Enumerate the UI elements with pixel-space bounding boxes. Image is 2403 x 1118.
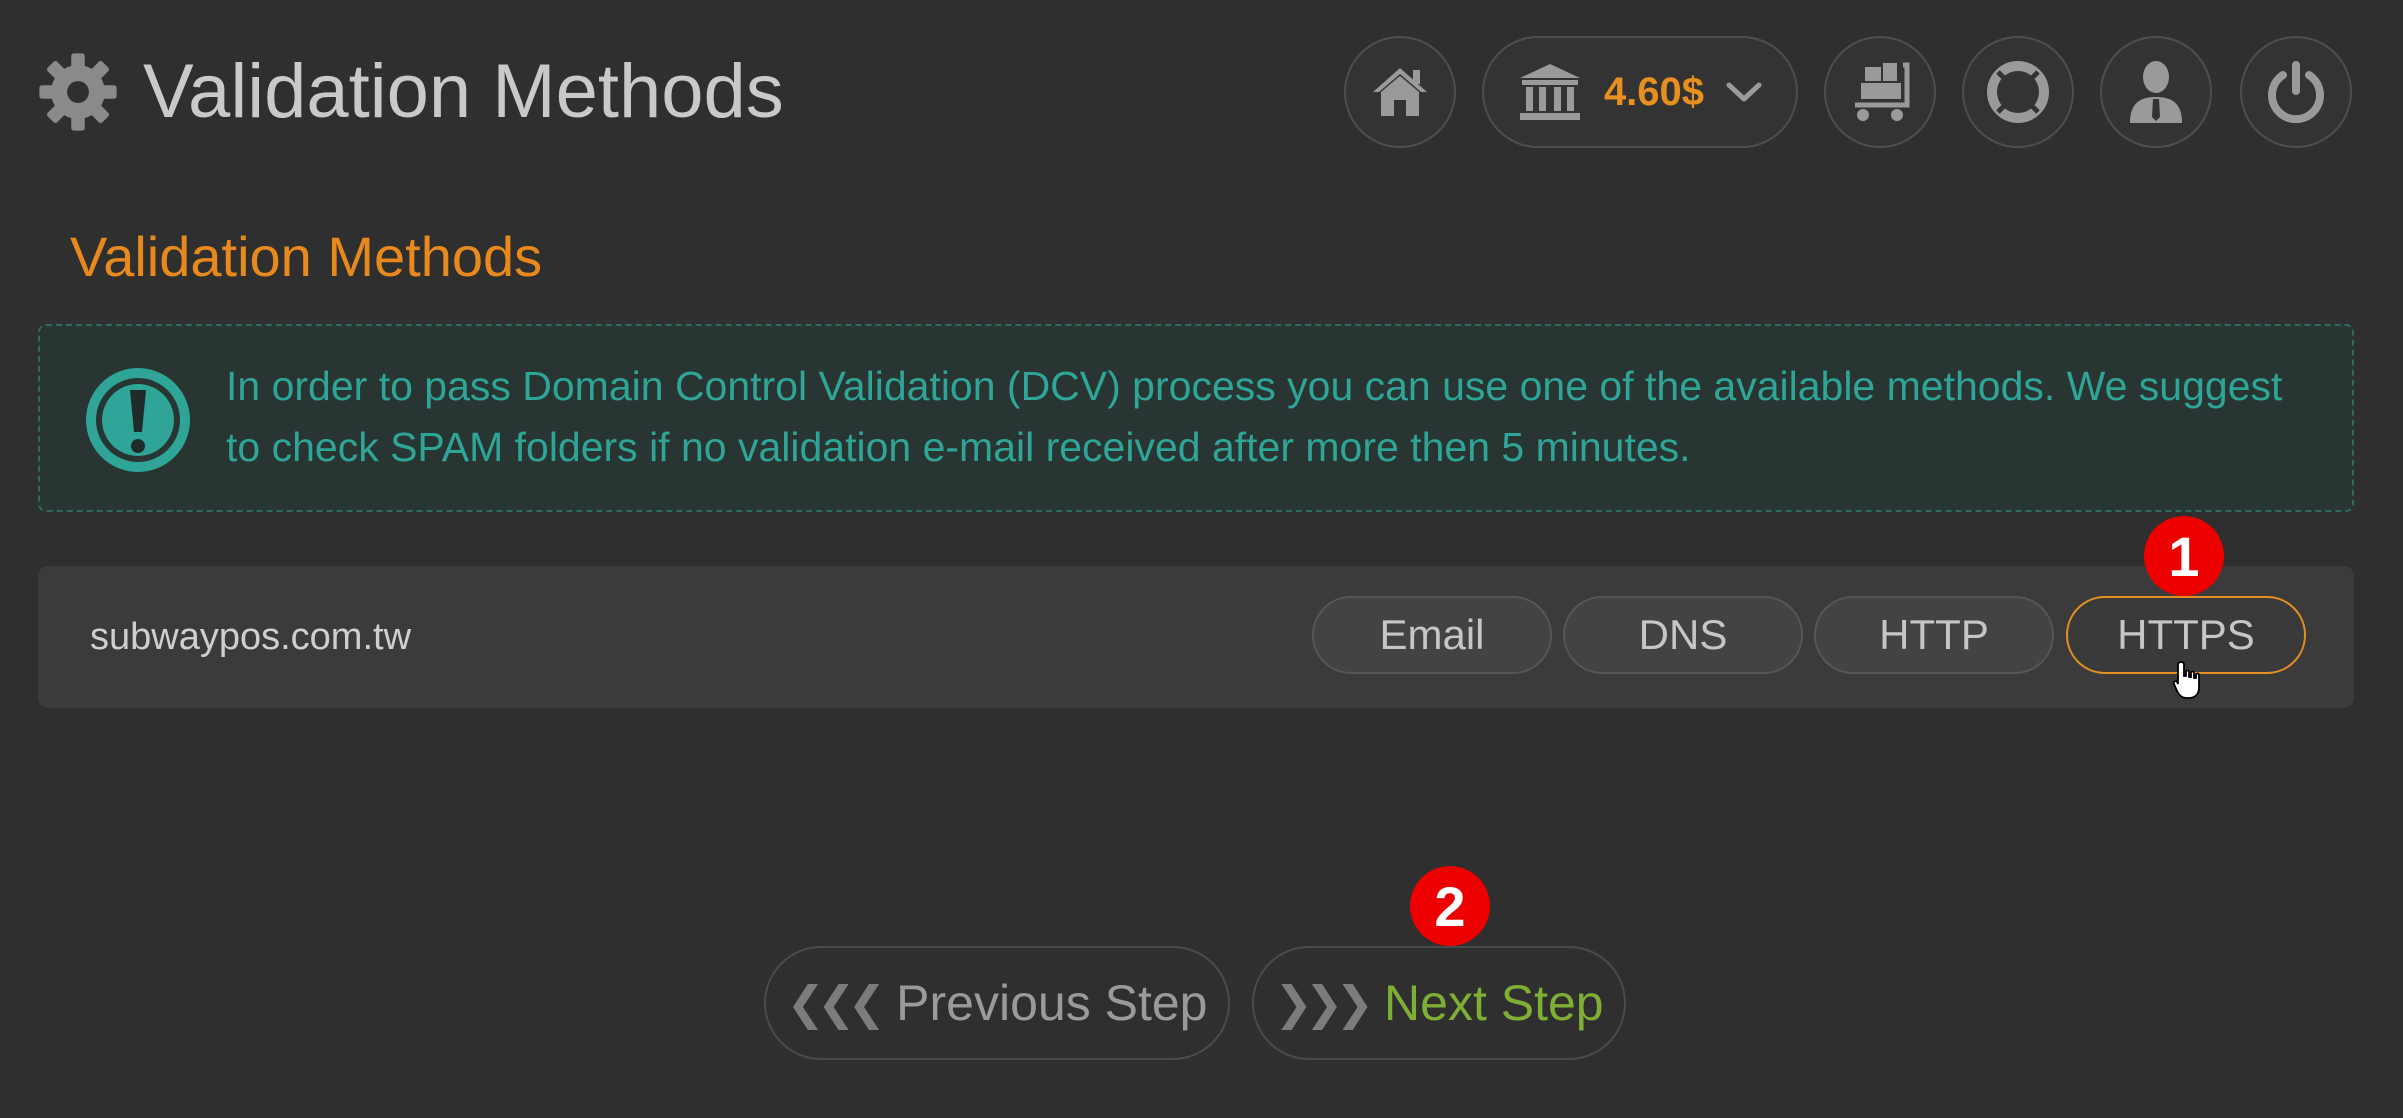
lifebuoy-icon — [1987, 61, 2049, 123]
chevron-down-icon — [1726, 82, 1762, 102]
previous-step-button[interactable]: ❮❮❮ Previous Step — [764, 946, 1230, 1060]
previous-step-label: Previous Step — [896, 975, 1208, 1031]
triple-chevron-left-icon: ❮❮❮ — [786, 976, 887, 1030]
power-icon — [2268, 61, 2324, 123]
validation-methods-page: Validation Methods 4.60$ Validation Meth… — [0, 0, 2403, 1118]
next-step-label: Next Step — [1384, 975, 1604, 1031]
page-title: Validation Methods — [143, 49, 784, 134]
method-http-button[interactable]: HTTP — [1814, 596, 2054, 674]
section-title: Validation Methods — [70, 225, 543, 288]
support-button[interactable] — [1962, 36, 2074, 148]
logout-button[interactable] — [2240, 36, 2352, 148]
hand-cursor-icon — [2172, 661, 2200, 699]
step-badge-1: 1 — [2144, 516, 2224, 596]
balance-dropdown[interactable]: 4.60$ — [1482, 36, 1798, 148]
balance-amount: 4.60$ — [1603, 69, 1705, 114]
method-email-button[interactable]: Email — [1312, 596, 1552, 674]
domain-row: subwaypos.com.tw Email DNS HTTP HTTPS — [38, 566, 2354, 708]
user-icon — [2130, 61, 2182, 123]
gear-icon — [39, 53, 117, 131]
exclamation-icon — [86, 368, 190, 472]
home-icon — [1373, 68, 1427, 116]
next-step-button[interactable]: ❯❯❯ Next Step — [1252, 946, 1626, 1060]
triple-chevron-right-icon: ❯❯❯ — [1274, 976, 1374, 1030]
home-button[interactable] — [1344, 36, 1456, 148]
domain-name: subwaypos.com.tw — [90, 616, 412, 658]
alert-text: In order to pass Domain Control Validati… — [226, 363, 2283, 470]
bank-icon — [1519, 64, 1580, 120]
account-button[interactable] — [2100, 36, 2212, 148]
cart-icon — [1855, 62, 1910, 121]
info-alert: In order to pass Domain Control Validati… — [38, 324, 2354, 512]
method-dns-button[interactable]: DNS — [1563, 596, 1803, 674]
step-badge-2: 2 — [1410, 866, 1490, 946]
cart-button[interactable] — [1824, 36, 1936, 148]
